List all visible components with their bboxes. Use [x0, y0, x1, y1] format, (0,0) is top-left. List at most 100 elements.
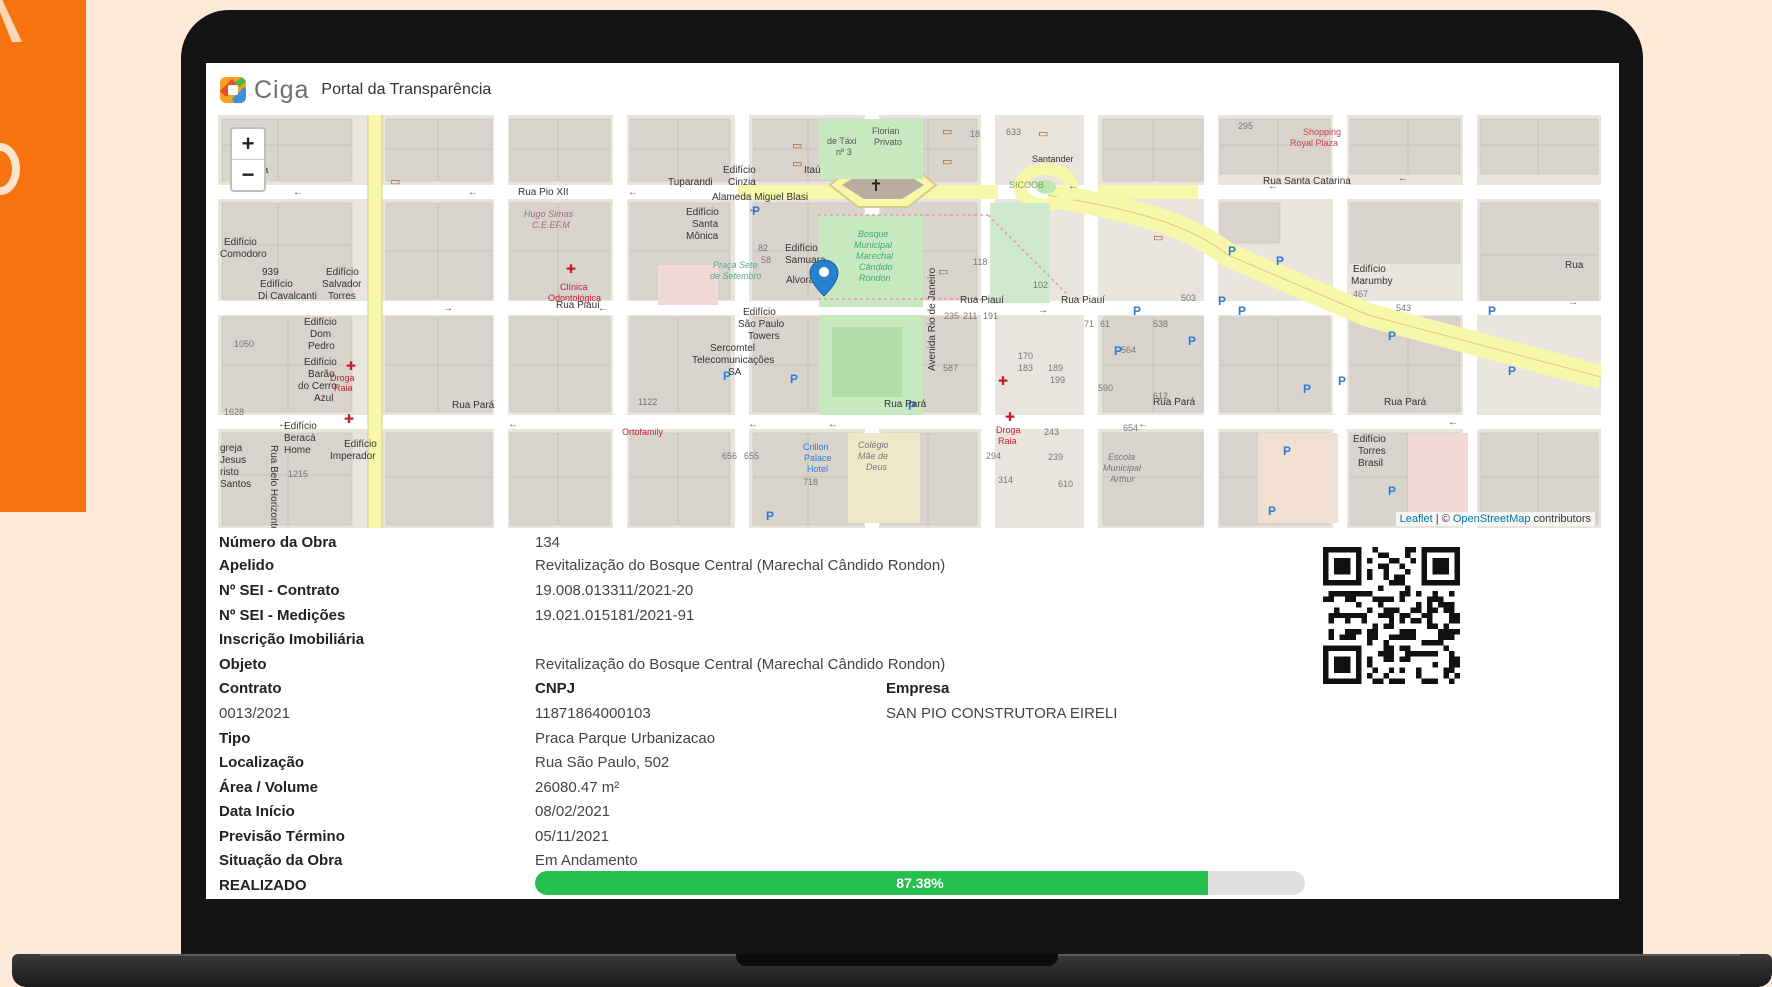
svg-text:Marechal: Marechal	[856, 251, 894, 261]
svg-text:▭: ▭	[1038, 128, 1048, 140]
value-previsao: 05/11/2021	[535, 828, 609, 845]
svg-text:Barão: Barão	[308, 369, 335, 380]
label-rua-bh: Rua Belo Horizonte	[268, 445, 279, 528]
svg-text:61: 61	[1100, 319, 1110, 329]
label-rua-para-2: Rua Pará	[884, 399, 927, 410]
svg-text:P: P	[1218, 294, 1226, 308]
svg-text:P: P	[1268, 504, 1276, 518]
label-objeto: Objeto	[219, 656, 267, 673]
value-sei-contrato: 19.008.013311/2021-20	[535, 582, 694, 599]
svg-text:Privato: Privato	[874, 137, 902, 147]
brand-name: Ciga	[254, 75, 310, 104]
svg-text:Shopping: Shopping	[1303, 127, 1341, 137]
label-av-rio: Avenida Rio de Janeiro	[927, 267, 938, 371]
svg-text:170: 170	[1018, 351, 1033, 361]
svg-text:Arthur: Arthur	[1109, 474, 1136, 484]
svg-text:SA: SA	[728, 367, 742, 378]
svg-text:Deus: Deus	[866, 462, 888, 472]
svg-text:←: ←	[828, 419, 838, 430]
zoom-in-button[interactable]: +	[232, 129, 264, 160]
svg-text:P: P	[1338, 374, 1346, 388]
decorative-orange-panel	[0, 0, 86, 512]
svg-text:→: →	[1038, 305, 1048, 316]
svg-text:▭: ▭	[942, 156, 952, 168]
svg-text:←: ←	[1068, 181, 1078, 192]
label-rua-santa-catarina: Rua Santa Catarina	[1263, 176, 1351, 187]
svg-text:Towers: Towers	[748, 331, 780, 342]
svg-text:Edifício: Edifício	[260, 279, 293, 290]
svg-text:587: 587	[943, 363, 958, 373]
svg-text:P: P	[1388, 484, 1396, 498]
svg-text:610: 610	[1058, 479, 1073, 489]
svg-text:82: 82	[758, 243, 768, 253]
leaflet-link[interactable]: Leaflet	[1400, 513, 1433, 525]
svg-text:Torres: Torres	[1358, 446, 1386, 457]
svg-text:612: 612	[1153, 391, 1168, 401]
svg-text:▭: ▭	[792, 158, 802, 170]
value-data-inicio: 08/02/2021	[535, 803, 611, 820]
svg-text:←: ←	[748, 204, 758, 215]
svg-text:←: ←	[1398, 173, 1408, 184]
svg-text:58: 58	[761, 255, 771, 265]
zoom-out-button[interactable]: −	[232, 160, 264, 190]
svg-text:Mãe de: Mãe de	[858, 451, 888, 461]
svg-text:Crillon: Crillon	[803, 442, 829, 452]
svg-text:de Táxi: de Táxi	[827, 136, 856, 146]
map-attribution: Leaflet | © OpenStreetMap contributors	[1395, 512, 1595, 526]
value-contrato: 0013/2021	[219, 705, 290, 722]
svg-text:risto: risto	[220, 467, 239, 478]
svg-text:239: 239	[1048, 452, 1063, 462]
label-apelido: Apelido	[219, 557, 274, 574]
svg-text:Hotel: Hotel	[807, 464, 828, 474]
map-tiles[interactable]: ✝ PPP PPP PPP PPP PPP PPP PP ▭▭▭ ▭▭▭ ▭▭ …	[218, 115, 1601, 528]
label-previsao: Previsão Término	[219, 828, 345, 845]
label-data-inicio: Data Início	[219, 803, 295, 820]
value-objeto: Revitalização do Bosque Central (Marecha…	[535, 656, 946, 673]
label-situacao: Situação da Obra	[219, 852, 343, 869]
svg-text:←: ←	[1448, 417, 1458, 428]
svg-text:P: P	[1276, 254, 1284, 268]
svg-text:nº 3: nº 3	[836, 147, 852, 157]
svg-text:▭: ▭	[792, 140, 802, 152]
svg-text:633: 633	[1006, 127, 1021, 137]
svg-text:Santos: Santos	[220, 479, 251, 490]
svg-text:590: 590	[1098, 383, 1113, 393]
svg-text:18: 18	[970, 129, 980, 139]
svg-text:Edifício: Edifício	[723, 165, 756, 176]
svg-text:Edifício: Edifício	[1353, 264, 1386, 275]
svg-text:1050: 1050	[234, 339, 254, 349]
svg-text:Raia: Raia	[998, 436, 1017, 446]
value-cnpj: 11871864000103	[535, 705, 651, 722]
label-sei-medicoes: Nº SEI - Medições	[219, 607, 346, 624]
svg-text:Cinzia: Cinzia	[728, 177, 756, 188]
svg-text:564: 564	[1121, 345, 1136, 355]
svg-text:P: P	[1238, 304, 1246, 318]
svg-text:295: 295	[1238, 121, 1253, 131]
svg-text:314: 314	[998, 475, 1013, 485]
svg-text:✚: ✚	[566, 262, 576, 276]
svg-text:P: P	[766, 509, 774, 523]
svg-text:Hugo Simas: Hugo Simas	[524, 209, 574, 219]
logo-icon[interactable]	[218, 75, 248, 105]
svg-text:199: 199	[1050, 375, 1065, 385]
portal-title: Portal da Transparência	[321, 81, 492, 98]
app-header: Ciga Portal da Transparência	[218, 75, 491, 105]
svg-text:Tuparandi: Tuparandi	[668, 177, 713, 188]
svg-text:←: ←	[293, 187, 303, 198]
svg-text:939: 939	[262, 267, 279, 278]
svg-text:Pedro: Pedro	[308, 341, 335, 352]
label-numero-obra: Número da Obra	[219, 534, 337, 551]
svg-text:Municipal: Municipal	[854, 240, 893, 250]
svg-text:P: P	[790, 372, 798, 386]
svg-text:▭: ▭	[938, 266, 948, 278]
svg-text:Cândido: Cândido	[859, 262, 893, 272]
value-area: 26080.47 m²	[535, 779, 620, 796]
svg-text:Edifício: Edifício	[304, 357, 337, 368]
svg-text:Edifício: Edifício	[326, 267, 359, 278]
map[interactable]: ✝ PPP PPP PPP PPP PPP PPP P P ▭ ▭ ▭ ▭ ▭ …	[218, 115, 1601, 528]
svg-text:Colégio: Colégio	[858, 440, 889, 450]
svg-text:→: →	[1568, 297, 1578, 308]
svg-text:Rondon: Rondon	[859, 273, 891, 283]
label-rua-para-1: Rua Pará	[452, 400, 495, 411]
osm-link[interactable]: OpenStreetMap	[1453, 513, 1531, 525]
